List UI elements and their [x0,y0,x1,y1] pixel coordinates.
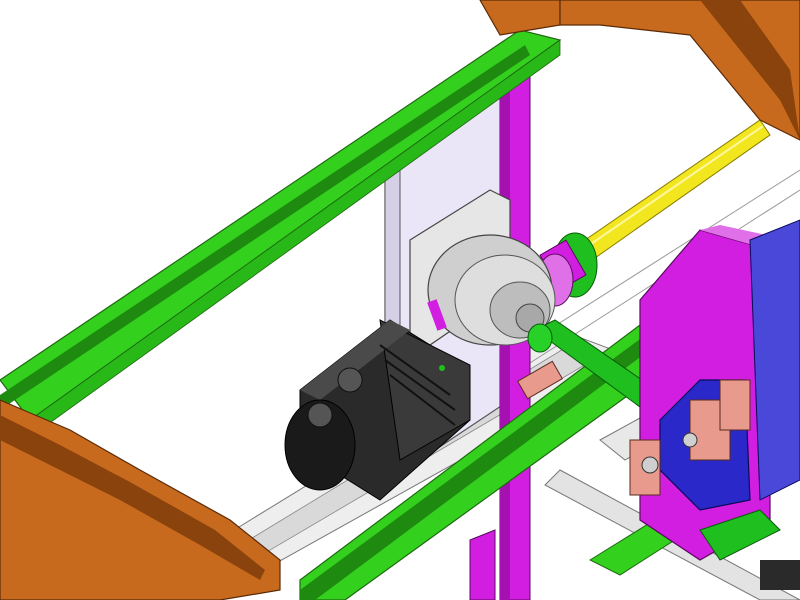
frame-left [0,399,281,600]
cad-viewport [0,0,800,600]
cad-assembly-render [0,0,800,600]
